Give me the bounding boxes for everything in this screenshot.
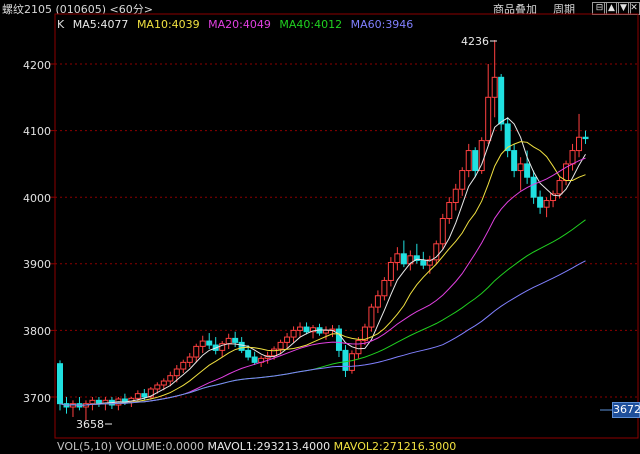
mavol2-value: MAVOL2:271216.3000 xyxy=(333,440,457,453)
candle-body xyxy=(271,348,278,357)
candle-body xyxy=(238,341,245,351)
candle-body xyxy=(251,356,258,363)
volume-legend: VOL(5,10) VOLUME:0.0000 MAVOL1:293213.40… xyxy=(57,440,456,453)
candle-body xyxy=(141,393,148,398)
candle-body xyxy=(154,384,161,390)
candle-body xyxy=(446,202,453,220)
candle-body xyxy=(420,259,427,266)
candle-body xyxy=(387,261,394,281)
candle-body xyxy=(167,375,174,382)
candle-body xyxy=(511,150,518,172)
candle-body xyxy=(459,170,466,190)
candle-body xyxy=(206,340,213,346)
chart-frame xyxy=(54,13,639,439)
candle-body xyxy=(485,96,492,142)
candle-body xyxy=(323,329,329,334)
candle-body xyxy=(173,368,180,377)
y-tick-label: 3900 xyxy=(23,258,51,271)
y-tick-label: 3800 xyxy=(23,325,51,338)
candle-body xyxy=(245,349,252,358)
candle-body xyxy=(335,328,342,351)
candle-body xyxy=(381,279,388,297)
candle-body xyxy=(478,140,485,172)
current-price-badge: 3672 xyxy=(612,402,640,418)
mavol1-value: MAVOL1:293213.4000 xyxy=(207,440,331,453)
candle-body xyxy=(290,329,297,338)
candle-body xyxy=(284,336,291,343)
candle-body xyxy=(530,176,537,198)
candle-body xyxy=(524,163,531,178)
candle-body xyxy=(439,218,446,245)
candle-body xyxy=(543,200,550,208)
candle-body xyxy=(582,136,589,140)
candle-body xyxy=(556,180,563,195)
candle-body xyxy=(186,356,193,363)
candle-body xyxy=(400,253,407,265)
y-tick-label: 3700 xyxy=(23,392,51,405)
y-tick-label: 4000 xyxy=(23,192,51,205)
candle-body xyxy=(342,349,349,371)
volume-value: VOLUME:0.0000 xyxy=(115,440,204,453)
candle-body xyxy=(199,340,206,347)
candle-body xyxy=(498,76,505,125)
candle-body xyxy=(472,150,479,172)
ma-line-ma10 xyxy=(59,141,586,406)
candle-body xyxy=(89,399,96,405)
candle-body xyxy=(57,363,63,405)
ma-line-ma60 xyxy=(59,260,586,406)
candle-body xyxy=(394,253,401,263)
candle-body xyxy=(232,337,239,343)
candle-body xyxy=(134,393,141,399)
low-price-label: 3658 xyxy=(76,418,104,431)
candle-body xyxy=(491,76,498,98)
vol-label: VOL(5,10) xyxy=(57,440,113,453)
candle-body xyxy=(576,136,583,152)
candle-body xyxy=(517,163,524,172)
candle-body xyxy=(277,341,284,350)
candle-body xyxy=(225,337,232,345)
y-tick-label: 4200 xyxy=(23,59,51,72)
y-tick-label: 4100 xyxy=(23,125,51,138)
candle-body xyxy=(355,339,362,355)
candle-body xyxy=(452,188,459,204)
candle-body xyxy=(160,380,167,386)
candle-body xyxy=(180,361,187,370)
ma-line-ma5 xyxy=(59,117,586,406)
candle-body xyxy=(193,345,200,358)
candle-body xyxy=(537,196,544,208)
candle-body xyxy=(368,306,375,328)
candle-body xyxy=(303,326,310,333)
candlestick-chart[interactable] xyxy=(0,0,640,454)
ma-line-ma40 xyxy=(59,219,586,406)
candle-body xyxy=(348,353,355,371)
candle-body xyxy=(297,326,304,331)
high-price-label: 4236 xyxy=(461,35,489,48)
candle-body xyxy=(465,150,472,172)
candle-body xyxy=(569,150,576,165)
candle-body xyxy=(374,295,381,308)
